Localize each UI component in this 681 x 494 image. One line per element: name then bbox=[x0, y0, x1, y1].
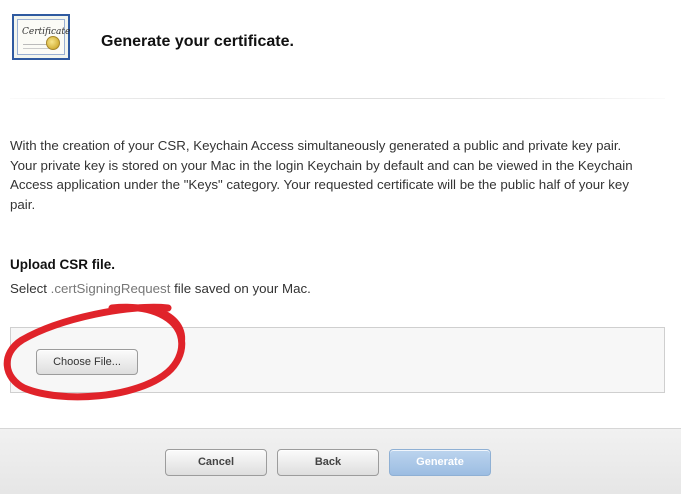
choose-file-button[interactable]: Choose File... bbox=[36, 349, 138, 375]
page-title: Generate your certificate. bbox=[101, 33, 294, 50]
instructions-paragraph: With the creation of your CSR, Keychain … bbox=[10, 138, 633, 212]
certificate-paper: Certificate bbox=[17, 19, 70, 55]
back-button[interactable]: Back bbox=[277, 449, 379, 476]
generate-button[interactable]: Generate bbox=[389, 449, 491, 476]
certificate-icon: Certificate bbox=[12, 14, 70, 60]
upload-heading: Upload CSR file. bbox=[10, 257, 116, 272]
upload-desc-suffix: file saved on your Mac. bbox=[170, 281, 311, 296]
certificate-icon-text: Certificate bbox=[22, 27, 71, 37]
upload-description: Select .certSigningRequest file saved on… bbox=[10, 281, 311, 296]
upload-desc-prefix: Select bbox=[10, 281, 51, 296]
header-divider bbox=[10, 98, 665, 99]
file-extension: .certSigningRequest bbox=[50, 281, 171, 296]
cancel-button[interactable]: Cancel bbox=[165, 449, 267, 476]
seal-icon bbox=[46, 36, 60, 50]
